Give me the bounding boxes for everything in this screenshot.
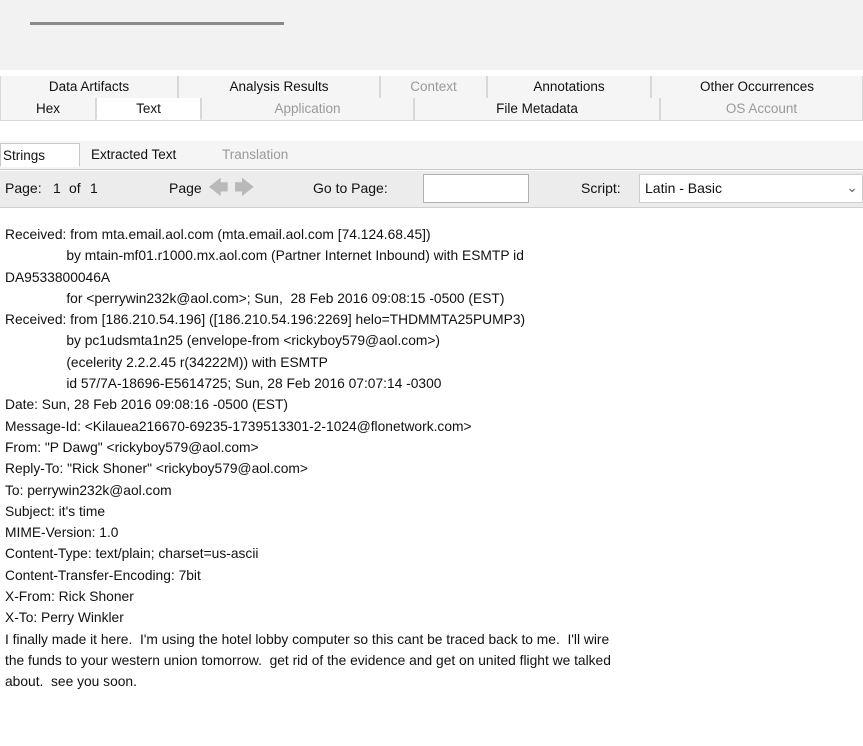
text-line: (ecelerity 2.2.2.45 r(34222M)) with ESMT… [5, 354, 328, 370]
text-line: From: "P Dawg" <rickyboy579@aol.com> [5, 439, 259, 455]
text-line: Subject: it's time [5, 503, 106, 519]
tab-label: Analysis Results [229, 79, 329, 94]
text-line: about. see you soon. [5, 674, 137, 690]
tab-label: Hex [35, 101, 60, 116]
tab-file-metadata[interactable]: File Metadata [414, 98, 660, 120]
script-value: Latin - Basic [645, 180, 723, 196]
tab-label: OS Account [725, 101, 798, 116]
text-line: by mtain-mf01.r1000.mx.aol.com (Partner … [5, 248, 524, 264]
text-line: by pc1udsmta1n25 (envelope-from <rickybo… [5, 333, 441, 349]
text-line: Received: from [186.210.54.196] ([186.21… [5, 312, 526, 328]
page-nav-label: Page [169, 180, 202, 196]
page-of-label: of [69, 180, 81, 196]
tab-os-account[interactable]: OS Account [660, 98, 863, 120]
text-line: Date: Sun, 28 Feb 2016 09:08:16 -0500 (E… [5, 397, 289, 413]
tab-row-1: Data Artifacts Analysis Results Context … [0, 76, 863, 99]
text-line: Received: from mta.email.aol.com (mta.em… [5, 227, 431, 242]
top-area [0, 0, 863, 70]
tab-other-occurrences[interactable]: Other Occurrences [651, 76, 863, 98]
subtab-label: Translation [222, 147, 289, 162]
script-label: Script: [581, 180, 621, 196]
chevron-down-icon: ⌄ [846, 179, 858, 195]
page-total: 1 [90, 180, 98, 196]
tab-row-2: Hex Text Application File Metadata OS Ac… [0, 98, 863, 121]
text-line: for <perrywin232k@aol.com>; Sun, 28 Feb … [5, 290, 505, 306]
right-arrow-icon: 🡆 [234, 177, 255, 199]
text-line: X-To: Perry Winkler [5, 610, 124, 626]
tab-label: Other Occurrences [699, 79, 815, 94]
next-page-button[interactable]: 🡆 [234, 177, 255, 199]
subtab-bar: Strings Extracted Text Translation [0, 141, 863, 170]
left-arrow-icon: 🡄 [208, 177, 229, 199]
script-dropdown[interactable]: Latin - Basic ⌄ [639, 174, 863, 203]
strings-content[interactable]: Received: from mta.email.aol.com (mta.em… [5, 224, 860, 693]
text-line: DA9533800046A [5, 269, 111, 285]
tab-label: Data Artifacts [48, 79, 130, 94]
tab-context[interactable]: Context [380, 76, 487, 98]
subtab-extracted-text[interactable]: Extracted Text [89, 143, 217, 167]
tab-text[interactable]: Text [96, 98, 201, 120]
text-line: MIME-Version: 1.0 [5, 525, 119, 541]
text-line: Content-Transfer-Encoding: 7bit [5, 567, 201, 583]
tab-data-artifacts[interactable]: Data Artifacts [0, 76, 178, 98]
subtab-label: Extracted Text [91, 147, 177, 162]
text-line: To: perrywin232k@aol.com [5, 482, 172, 498]
subtab-translation[interactable]: Translation [220, 143, 320, 167]
subtab-label: Strings [3, 148, 46, 163]
tab-label: Text [136, 101, 161, 116]
text-line: Reply-To: "Rick Shoner" <rickyboy579@aol… [5, 461, 308, 477]
page-label: Page: [5, 180, 42, 196]
title-placeholder-line [30, 22, 284, 25]
strings-toolbar: Page: 1 of 1 Page 🡄 🡆 Go to Page: Script… [0, 171, 863, 208]
tab-label: Annotations [533, 79, 605, 94]
text-line: the funds to your western union tomorrow… [5, 652, 611, 668]
tab-label: Application [274, 101, 341, 116]
tab-analysis-results[interactable]: Analysis Results [178, 76, 380, 98]
page-current: 1 [53, 180, 61, 196]
tab-application[interactable]: Application [201, 98, 414, 120]
previous-page-button[interactable]: 🡄 [208, 177, 229, 199]
tab-label: File Metadata [496, 101, 578, 116]
text-line: Content-Type: text/plain; charset=us-asc… [5, 546, 259, 562]
text-line: X-From: Rick Shoner [5, 589, 134, 605]
text-line: I finally made it here. I'm using the ho… [5, 631, 610, 647]
goto-page-input[interactable] [423, 174, 529, 203]
goto-page-label: Go to Page: [313, 180, 388, 196]
tab-label: Context [410, 79, 457, 94]
tab-annotations[interactable]: Annotations [487, 76, 651, 98]
subtab-strings[interactable]: Strings [0, 143, 80, 167]
text-line: id 57/7A-18696-E5614725; Sun, 28 Feb 201… [5, 376, 442, 392]
tab-hex[interactable]: Hex [0, 98, 96, 120]
text-line: Message-Id: <Kilauea216670-69235-1739513… [5, 418, 472, 434]
